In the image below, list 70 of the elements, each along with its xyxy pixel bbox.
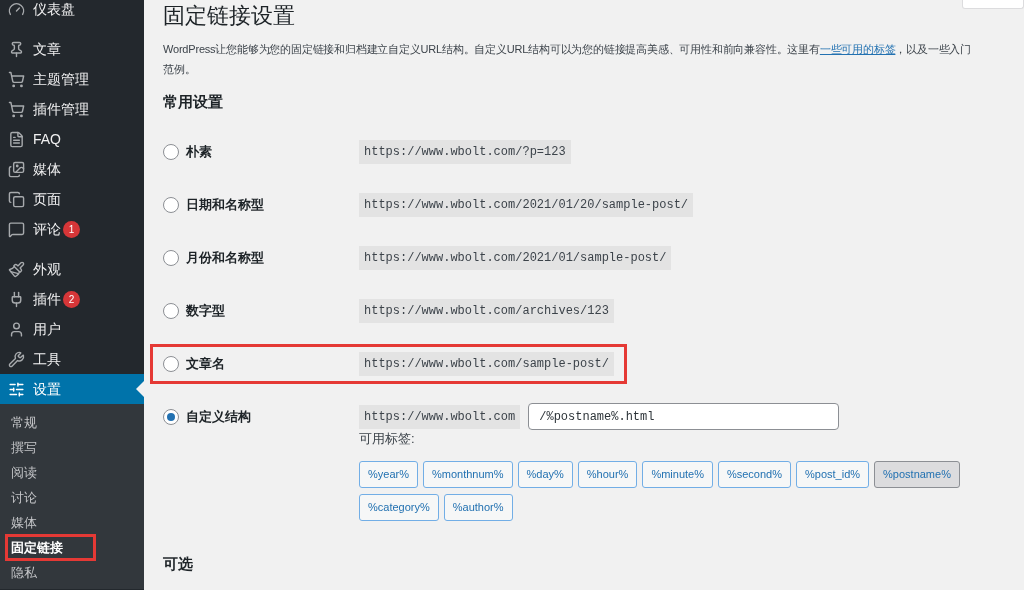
- menu-item[interactable]: 仪表盘: [0, 0, 144, 24]
- menu-item[interactable]: 媒体: [0, 154, 144, 184]
- option-label: 朴素: [186, 142, 213, 161]
- submenu-item[interactable]: 固定链接: [8, 536, 93, 559]
- tag-button[interactable]: %year%: [359, 460, 418, 488]
- submenu-item[interactable]: 常规: [8, 411, 40, 434]
- menu-item[interactable]: 插件 2: [0, 284, 144, 314]
- user-icon: [8, 320, 25, 338]
- tag-button[interactable]: %day%: [517, 460, 573, 488]
- option-label: 数字型: [186, 301, 226, 320]
- radio-button[interactable]: [163, 408, 179, 425]
- media-icon: [8, 160, 25, 178]
- radio-button[interactable]: [163, 355, 179, 372]
- page-title: 固定链接设置: [163, 2, 295, 30]
- option-label: 日期和名称型: [186, 195, 265, 214]
- option-label: 自定义结构: [186, 407, 252, 426]
- submenu-item[interactable]: 阅读: [8, 461, 40, 484]
- wrench-icon: [8, 350, 25, 368]
- menu-item[interactable]: FAQ: [0, 124, 144, 154]
- tag-button[interactable]: %author%: [443, 493, 513, 521]
- url-example: https://www.wbolt.com/sample-post/: [359, 351, 614, 376]
- tag-button[interactable]: %hour%: [577, 460, 638, 488]
- url-example: https://www.wbolt.com/2021/01/sample-post/: [359, 245, 672, 270]
- structure-field[interactable]: /%postname%.html: [528, 403, 840, 430]
- tag-button[interactable]: %post_id%: [796, 460, 870, 488]
- tag-button[interactable]: %monthnum%: [422, 460, 513, 488]
- tags-link[interactable]: 一些可用的标签: [819, 43, 896, 55]
- section-heading: 可选: [163, 553, 194, 574]
- menu-item[interactable]: 主题管理: [0, 64, 144, 94]
- document-icon: [8, 130, 25, 148]
- pin-icon: [8, 40, 25, 58]
- submenu-item[interactable]: 隐私: [8, 561, 40, 584]
- menu-item[interactable]: 工具: [0, 344, 144, 374]
- url-example: https://www.wbolt.com/archives/123: [359, 298, 614, 323]
- submenu-item[interactable]: 讨论: [8, 486, 40, 509]
- intro-paragraph: 范例。: [163, 62, 196, 77]
- menu-item[interactable]: 外观: [0, 254, 144, 284]
- intro-paragraph: WordPress让您能够为您的固定链接和归档建立自定义URL结构。自定义URL结构可以为您的链接提高美感、可用性和前向兼容性。这里有一些可用的标签，以及一些入门: [163, 42, 972, 57]
- tag-button[interactable]: %second%: [717, 460, 791, 488]
- submenu-item[interactable]: 撰写: [8, 436, 40, 459]
- cart-icon: [8, 70, 25, 88]
- tag-button[interactable]: %category%: [359, 493, 439, 521]
- url-example: https://www.wbolt.com/?p=123: [359, 139, 571, 164]
- menu-item[interactable]: 文章: [0, 34, 144, 64]
- pages-icon: [8, 190, 25, 208]
- option-label: 月份和名称型: [186, 248, 265, 267]
- radio-button[interactable]: [163, 249, 179, 266]
- section-heading: 常用设置: [163, 92, 224, 112]
- menu-item[interactable]: 页面: [0, 184, 144, 214]
- cart-icon: [8, 100, 25, 118]
- tags-label: 可用标签:: [359, 430, 416, 448]
- settings-icon: [8, 380, 25, 398]
- comment-icon: [8, 220, 25, 238]
- count-badge: 2: [63, 290, 80, 308]
- menu-item[interactable]: 插件管理: [0, 94, 144, 124]
- submenu-item[interactable]: 媒体: [8, 511, 40, 534]
- menu-item[interactable]: 用户: [0, 314, 144, 344]
- radio-button[interactable]: [163, 143, 179, 160]
- count-badge: 1: [63, 220, 80, 238]
- tag-button[interactable]: %postname%: [874, 460, 960, 488]
- tag-button[interactable]: %minute%: [642, 460, 713, 488]
- gauge-icon: [8, 0, 25, 18]
- url-example: https://www.wbolt.com/2021/01/20/sample-post/: [359, 192, 694, 217]
- radio-button[interactable]: [163, 302, 179, 319]
- brush-icon: [8, 260, 25, 278]
- menu-item[interactable]: 评论 1: [0, 214, 144, 244]
- radio-button[interactable]: [163, 196, 179, 213]
- url-example: https://www.wbolt.com: [359, 404, 521, 429]
- menu-item[interactable]: 设置: [0, 374, 144, 404]
- option-label: 文章名: [186, 354, 226, 373]
